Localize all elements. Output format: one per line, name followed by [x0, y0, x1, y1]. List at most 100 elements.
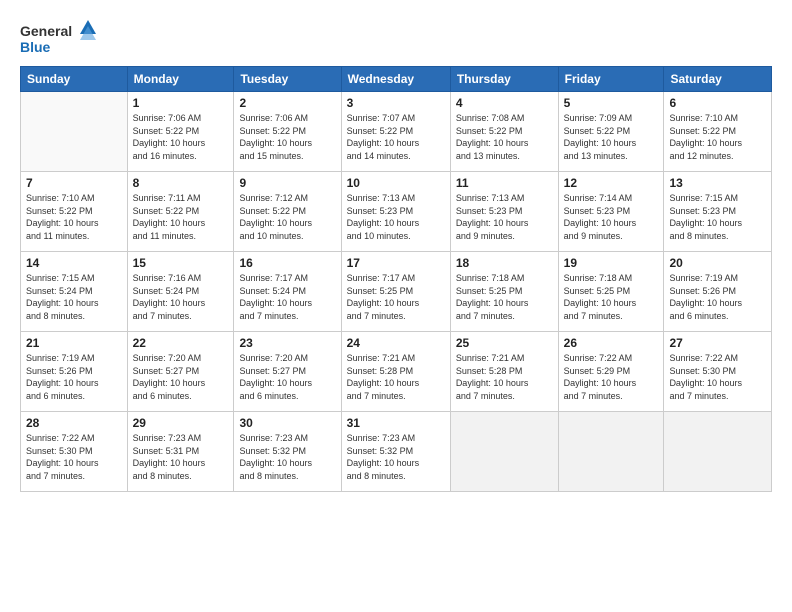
day-info: Sunrise: 7:14 AMSunset: 5:23 PMDaylight:… [564, 192, 659, 242]
day-info: Sunrise: 7:17 AMSunset: 5:24 PMDaylight:… [239, 272, 335, 322]
weekday-header-wednesday: Wednesday [341, 67, 450, 92]
day-number: 22 [133, 336, 229, 350]
day-number: 27 [669, 336, 766, 350]
day-info: Sunrise: 7:23 AMSunset: 5:32 PMDaylight:… [239, 432, 335, 482]
calendar-cell: 30Sunrise: 7:23 AMSunset: 5:32 PMDayligh… [234, 412, 341, 492]
day-number: 19 [564, 256, 659, 270]
day-info: Sunrise: 7:22 AMSunset: 5:30 PMDaylight:… [669, 352, 766, 402]
calendar-cell: 10 Sunrise: 7:13 AMSunset: 5:23 PMDayligh… [341, 172, 450, 252]
calendar-cell: 31 Sunrise: 7:23 AMSunset: 5:32 PMDayligh… [341, 412, 450, 492]
day-number: 24 [347, 336, 445, 350]
day-number: 25 [456, 336, 553, 350]
calendar-cell: 19 Sunrise: 7:18 AMSunset: 5:25 PMDayligh… [558, 252, 664, 332]
weekday-header-thursday: Thursday [450, 67, 558, 92]
calendar-cell: 16 Sunrise: 7:17 AMSunset: 5:24 PMDayligh… [234, 252, 341, 332]
day-info: Sunrise: 7:06 AMSunset: 5:22 PMDaylight:… [239, 112, 335, 162]
day-number: 13 [669, 176, 766, 190]
weekday-header-sunday: Sunday [21, 67, 128, 92]
day-info: Sunrise: 7:20 AMSunset: 5:27 PMDaylight:… [133, 352, 229, 402]
weekday-header-friday: Friday [558, 67, 664, 92]
header: General Blue [20, 18, 772, 58]
day-number: 6 [669, 96, 766, 110]
calendar-cell: 6 Sunrise: 7:10 AMSunset: 5:22 PMDaylight… [664, 92, 772, 172]
day-info: Sunrise: 7:18 AMSunset: 5:25 PMDaylight:… [564, 272, 659, 322]
day-info: Sunrise: 7:11 AMSunset: 5:22 PMDaylight:… [133, 192, 229, 242]
day-info: Sunrise: 7:09 AMSunset: 5:22 PMDaylight:… [564, 112, 659, 162]
day-info: Sunrise: 7:22 AMSunset: 5:29 PMDaylight:… [564, 352, 659, 402]
day-info: Sunrise: 7:13 AMSunset: 5:23 PMDaylight:… [347, 192, 445, 242]
calendar-cell: 25 Sunrise: 7:21 AMSunset: 5:28 PMDayligh… [450, 332, 558, 412]
day-info: Sunrise: 7:23 AMSunset: 5:32 PMDaylight:… [347, 432, 445, 482]
calendar-cell: 29Sunrise: 7:23 AMSunset: 5:31 PMDayligh… [127, 412, 234, 492]
calendar-cell: 5 Sunrise: 7:09 AMSunset: 5:22 PMDaylight… [558, 92, 664, 172]
weekday-header-row: SundayMondayTuesdayWednesdayThursdayFrid… [21, 67, 772, 92]
calendar-cell: 15Sunrise: 7:16 AMSunset: 5:24 PMDayligh… [127, 252, 234, 332]
calendar-cell [558, 412, 664, 492]
day-number: 9 [239, 176, 335, 190]
calendar-cell: 21 Sunrise: 7:19 AMSunset: 5:26 PMDayligh… [21, 332, 128, 412]
calendar-cell [21, 92, 128, 172]
calendar-week-row: 7Sunrise: 7:10 AMSunset: 5:22 PMDaylight… [21, 172, 772, 252]
calendar-cell [664, 412, 772, 492]
calendar-cell: 23 Sunrise: 7:20 AMSunset: 5:27 PMDayligh… [234, 332, 341, 412]
calendar-week-row: 1 Sunrise: 7:06 AMSunset: 5:22 PMDaylight… [21, 92, 772, 172]
day-number: 15 [133, 256, 229, 270]
day-number: 31 [347, 416, 445, 430]
calendar-cell: 17Sunrise: 7:17 AMSunset: 5:25 PMDayligh… [341, 252, 450, 332]
day-info: Sunrise: 7:07 AMSunset: 5:22 PMDaylight:… [347, 112, 445, 162]
day-info: Sunrise: 7:20 AMSunset: 5:27 PMDaylight:… [239, 352, 335, 402]
calendar-table: SundayMondayTuesdayWednesdayThursdayFrid… [20, 66, 772, 492]
weekday-header-saturday: Saturday [664, 67, 772, 92]
calendar-week-row: 21 Sunrise: 7:19 AMSunset: 5:26 PMDayligh… [21, 332, 772, 412]
day-number: 5 [564, 96, 659, 110]
day-info: Sunrise: 7:19 AMSunset: 5:26 PMDaylight:… [26, 352, 122, 402]
day-number: 26 [564, 336, 659, 350]
day-info: Sunrise: 7:10 AMSunset: 5:22 PMDaylight:… [669, 112, 766, 162]
day-number: 10 [347, 176, 445, 190]
day-number: 7 [26, 176, 122, 190]
day-number: 21 [26, 336, 122, 350]
day-info: Sunrise: 7:21 AMSunset: 5:28 PMDaylight:… [456, 352, 553, 402]
day-number: 17 [347, 256, 445, 270]
day-info: Sunrise: 7:15 AMSunset: 5:24 PMDaylight:… [26, 272, 122, 322]
calendar-cell: 28Sunrise: 7:22 AMSunset: 5:30 PMDayligh… [21, 412, 128, 492]
day-number: 3 [347, 96, 445, 110]
day-number: 1 [133, 96, 229, 110]
page: General Blue SundayMondayTuesdayWednesda… [0, 0, 792, 612]
day-number: 14 [26, 256, 122, 270]
calendar-cell: 14 Sunrise: 7:15 AMSunset: 5:24 PMDayligh… [21, 252, 128, 332]
weekday-header-monday: Monday [127, 67, 234, 92]
day-info: Sunrise: 7:08 AMSunset: 5:22 PMDaylight:… [456, 112, 553, 162]
calendar-cell: 27 Sunrise: 7:22 AMSunset: 5:30 PMDayligh… [664, 332, 772, 412]
calendar-cell [450, 412, 558, 492]
calendar-week-row: 14 Sunrise: 7:15 AMSunset: 5:24 PMDayligh… [21, 252, 772, 332]
day-number: 16 [239, 256, 335, 270]
calendar-cell: 22 Sunrise: 7:20 AMSunset: 5:27 PMDayligh… [127, 332, 234, 412]
calendar-cell: 3 Sunrise: 7:07 AMSunset: 5:22 PMDaylight… [341, 92, 450, 172]
day-number: 12 [564, 176, 659, 190]
day-number: 4 [456, 96, 553, 110]
svg-text:Blue: Blue [20, 39, 51, 55]
svg-text:General: General [20, 23, 72, 39]
day-number: 20 [669, 256, 766, 270]
day-info: Sunrise: 7:23 AMSunset: 5:31 PMDaylight:… [133, 432, 229, 482]
day-info: Sunrise: 7:22 AMSunset: 5:30 PMDaylight:… [26, 432, 122, 482]
logo: General Blue [20, 18, 100, 58]
calendar-cell: 20 Sunrise: 7:19 AMSunset: 5:26 PMDayligh… [664, 252, 772, 332]
day-number: 2 [239, 96, 335, 110]
day-info: Sunrise: 7:19 AMSunset: 5:26 PMDaylight:… [669, 272, 766, 322]
day-number: 11 [456, 176, 553, 190]
calendar-week-row: 28Sunrise: 7:22 AMSunset: 5:30 PMDayligh… [21, 412, 772, 492]
calendar-cell: 7Sunrise: 7:10 AMSunset: 5:22 PMDaylight… [21, 172, 128, 252]
day-info: Sunrise: 7:18 AMSunset: 5:25 PMDaylight:… [456, 272, 553, 322]
calendar-cell: 12 Sunrise: 7:14 AMSunset: 5:23 PMDayligh… [558, 172, 664, 252]
day-info: Sunrise: 7:12 AMSunset: 5:22 PMDaylight:… [239, 192, 335, 242]
calendar-cell: 24Sunrise: 7:21 AMSunset: 5:28 PMDayligh… [341, 332, 450, 412]
calendar-cell: 2 Sunrise: 7:06 AMSunset: 5:22 PMDaylight… [234, 92, 341, 172]
day-info: Sunrise: 7:13 AMSunset: 5:23 PMDaylight:… [456, 192, 553, 242]
day-number: 23 [239, 336, 335, 350]
day-number: 8 [133, 176, 229, 190]
calendar-cell: 1Sunrise: 7:06 AMSunset: 5:22 PMDaylight… [127, 92, 234, 172]
weekday-header-tuesday: Tuesday [234, 67, 341, 92]
day-info: Sunrise: 7:15 AMSunset: 5:23 PMDaylight:… [669, 192, 766, 242]
